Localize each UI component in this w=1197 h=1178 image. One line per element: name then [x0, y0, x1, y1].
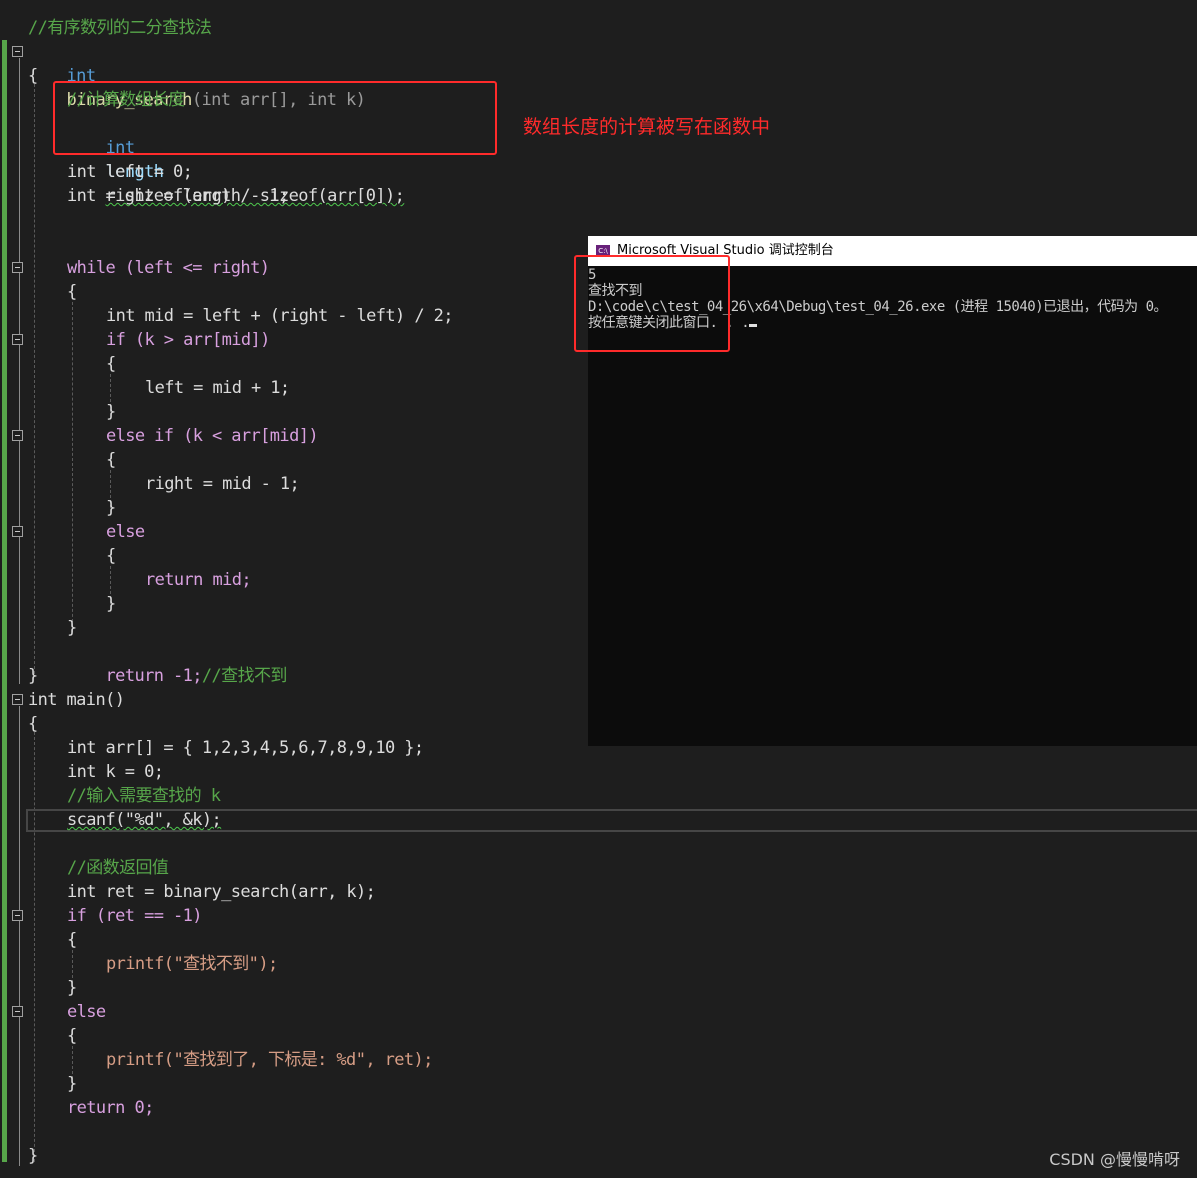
- code-line-brace: }: [67, 1074, 77, 1094]
- code-line-arr-decl: int arr[] = { 1,2,3,4,5,6,7,8,9,10 };: [67, 738, 424, 758]
- code-line-comment: //有序数列的二分查找法: [28, 18, 212, 38]
- code-line-k-decl: int k = 0;: [67, 762, 164, 782]
- code-line-return-zero: return 0;: [67, 1098, 154, 1118]
- code-line-scanf: scanf("%d", &k);: [67, 810, 222, 830]
- code-line-return-mid: return mid;: [145, 570, 252, 590]
- code-line-comment: //输入需要查找的 k: [67, 786, 221, 806]
- change-tracking-bar: [2, 40, 7, 1162]
- collapse-icon[interactable]: [12, 46, 23, 57]
- code-line-brace: }: [28, 666, 38, 686]
- collapse-icon[interactable]: [12, 334, 23, 345]
- text-cursor: [749, 324, 758, 327]
- code-line-brace: {: [106, 546, 116, 566]
- code-line-right-assign: right = mid - 1;: [145, 474, 300, 494]
- outline-bar-binary-search: [19, 58, 20, 684]
- code-line-brace: }: [67, 618, 77, 638]
- indent-guide: [72, 302, 73, 632]
- code-line-brace: {: [106, 450, 116, 470]
- code-line-mid: int mid = left + (right - left) / 2;: [106, 306, 453, 326]
- code-line-printf-found: printf("查找到了, 下标是: %d", ret);: [106, 1050, 433, 1070]
- annotation-highlight-box: [53, 81, 497, 155]
- debug-console-window[interactable]: C:\ Microsoft Visual Studio 调试控制台 5 查找不到…: [574, 236, 1197, 746]
- code-line-brace: }: [106, 498, 116, 518]
- code-line-function-signature: int binary_search(int arr[], int k): [28, 40, 366, 110]
- code-line-brace: {: [67, 1026, 77, 1046]
- code-line-printf-notfound: printf("查找不到");: [106, 954, 278, 974]
- inline-comment: //查找不到: [201, 666, 287, 686]
- code-line-brace: }: [67, 978, 77, 998]
- code-line-brace: {: [28, 66, 38, 86]
- code-line-ret-decl: int ret = binary_search(arr, k);: [67, 882, 376, 902]
- code-line-else-if: else if (k < arr[mid]): [106, 426, 319, 446]
- code-line-brace: }: [106, 594, 116, 614]
- annotation-text: 数组长度的计算被写在函数中: [523, 116, 771, 138]
- indent-guide: [34, 84, 35, 674]
- code-line-brace: }: [106, 402, 116, 422]
- code-line-if-ret: if (ret == -1): [67, 906, 202, 926]
- code-line-brace: {: [67, 282, 77, 302]
- code-line-else: else: [67, 1002, 106, 1022]
- collapse-icon[interactable]: [12, 526, 23, 537]
- code-line-brace: {: [28, 714, 38, 734]
- code-line-while: while (left <= right): [67, 258, 270, 278]
- collapse-icon[interactable]: [12, 910, 23, 921]
- outline-bar-main: [19, 706, 20, 1166]
- code-line-else: else: [106, 522, 145, 542]
- watermark: CSDN @慢慢啃呀: [1049, 1150, 1180, 1169]
- code-line-left-assign: left = mid + 1;: [145, 378, 290, 398]
- code-line-brace: {: [67, 930, 77, 950]
- code-line-left-decl: int left = 0;: [67, 162, 193, 182]
- return-statement: return -1;: [105, 666, 203, 686]
- code-line-comment: //函数返回值: [67, 858, 169, 878]
- code-line-brace: {: [106, 354, 116, 374]
- collapse-icon[interactable]: [12, 262, 23, 273]
- collapse-icon[interactable]: [12, 1006, 23, 1017]
- code-line-right-decl: int right = length - 1;: [67, 186, 289, 206]
- code-line-return-neg: return -1;//查找不到: [67, 640, 288, 686]
- code-line-brace: }: [28, 1146, 38, 1166]
- collapse-icon[interactable]: [12, 694, 23, 705]
- annotation-highlight-box: [574, 255, 730, 352]
- indent-guide: [34, 732, 35, 1162]
- code-line-if: if (k > arr[mid]): [106, 330, 270, 350]
- collapse-icon[interactable]: [12, 430, 23, 441]
- code-line-main-signature: int main(): [28, 690, 125, 710]
